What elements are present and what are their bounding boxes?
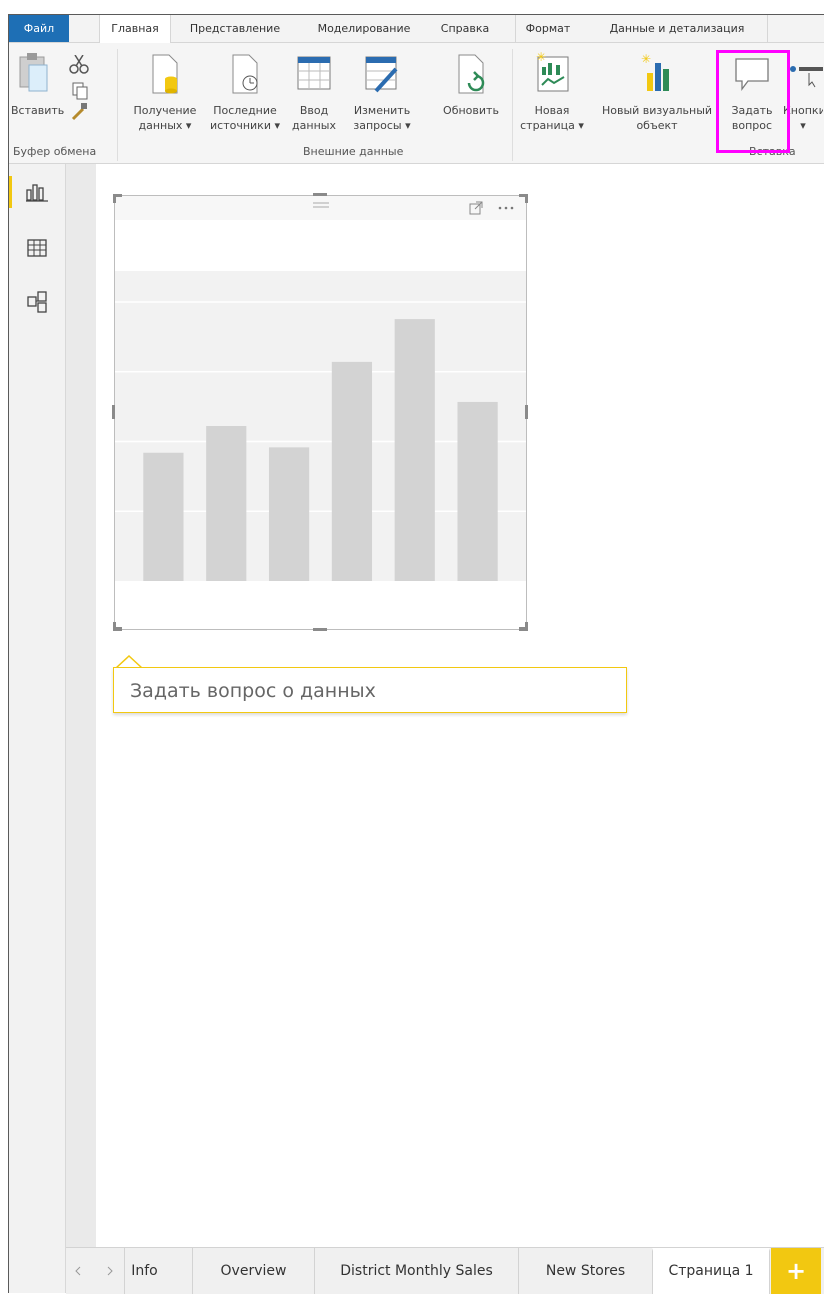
tab-modeling[interactable]: Моделирование [301, 15, 427, 42]
refresh-icon [458, 54, 485, 94]
new-page-button[interactable]: ✳ Новая страница ▾ [517, 50, 587, 133]
refresh-label: Обновить [443, 104, 499, 117]
chart-bar [394, 319, 435, 581]
recent-sources-label-2: источники ▾ [210, 119, 280, 132]
report-view-icon [26, 184, 48, 202]
page-tab-page-1[interactable]: Страница 1 [652, 1248, 770, 1294]
cut-icon[interactable] [69, 55, 89, 74]
edit-queries-label-1: Изменить [353, 104, 411, 117]
get-data-button[interactable]: Получение данных ▾ [127, 53, 203, 133]
tab-data-drill[interactable]: Данные и детализация [587, 15, 768, 42]
paste-label: Вставить [11, 104, 65, 117]
enter-data-label-1: Ввод [299, 104, 329, 117]
resize-handle-top[interactable] [313, 193, 327, 196]
get-data-label-1: Получение [133, 104, 197, 117]
clipboard-small-tools [69, 55, 89, 121]
resize-handle-bottom[interactable] [313, 628, 327, 631]
tab-file[interactable]: Файл [9, 15, 69, 42]
new-visual-icon: ✳ [641, 52, 669, 91]
resize-handle-right[interactable] [525, 405, 528, 419]
data-view-button[interactable] [9, 228, 65, 268]
ribbon-home: Вставить Буфер обмена Получение данных ▾ [9, 43, 824, 164]
new-visual-button[interactable]: ✳ Новый визуальный объект [595, 51, 719, 133]
new-page-label-1: Новая [534, 104, 570, 117]
model-view-icon [27, 291, 47, 313]
resize-handle-tl-v[interactable] [113, 194, 116, 203]
data-view-icon [27, 239, 47, 257]
page-tab-info[interactable]: Info [124, 1248, 164, 1294]
get-data-icon [152, 54, 178, 94]
new-page-label-2: страница ▾ [520, 119, 584, 132]
enter-data-button[interactable]: Ввод данных [291, 53, 337, 133]
clipboard-group-label: Буфер обмена [13, 145, 97, 158]
tab-home[interactable]: Главная [99, 15, 171, 43]
tab-help[interactable]: Справка [431, 15, 499, 42]
ask-question-highlight [716, 50, 790, 153]
edit-queries-label-2: запросы ▾ [353, 119, 411, 132]
paste-icon [19, 53, 48, 92]
recent-sources-label-1: Последние [213, 104, 277, 117]
add-page-button[interactable]: + [771, 1248, 821, 1294]
chart-bar [143, 452, 184, 581]
report-view-button[interactable] [9, 172, 65, 212]
edit-queries-icon [365, 56, 398, 93]
new-visual-label-1: Новый визуальный [601, 104, 713, 117]
chart-bar [457, 401, 498, 581]
format-painter-icon[interactable] [71, 103, 87, 121]
qa-visual[interactable] [114, 195, 527, 630]
view-switcher-pane [9, 164, 66, 1293]
new-page-icon: ✳ [536, 50, 569, 92]
tab-view[interactable]: Представление [177, 15, 293, 42]
resize-handle-tr-v[interactable] [525, 194, 528, 203]
page-tab-overview[interactable]: Overview [192, 1248, 314, 1294]
chart-bar [268, 447, 310, 581]
recent-sources-button[interactable]: Последние источники ▾ [203, 53, 287, 133]
chart-bar [206, 426, 247, 581]
qa-question-input[interactable]: Задать вопрос о данных [113, 667, 627, 713]
chart-bar [331, 361, 373, 581]
focus-mode-icon[interactable] [469, 201, 483, 215]
paste-button[interactable]: Вставить [11, 51, 65, 118]
bar-chart [115, 271, 526, 581]
svg-text:✳: ✳ [641, 52, 651, 66]
page-tab-new-stores[interactable]: New Stores [518, 1248, 652, 1294]
external-data-group-label: Внешние данные [303, 145, 404, 158]
group-separator [512, 49, 513, 161]
enter-data-label-2: данных [292, 119, 336, 132]
group-separator [117, 49, 118, 161]
canvas-gutter [66, 164, 96, 1247]
new-visual-label-2: объект [636, 119, 678, 132]
more-options-icon[interactable] [497, 205, 515, 211]
resize-handle-bl-v[interactable] [113, 622, 116, 631]
page-nav-arrows[interactable] [74, 1266, 118, 1276]
get-data-label-2: данных ▾ [138, 119, 192, 132]
model-view-button[interactable] [9, 282, 65, 322]
enter-data-icon [297, 56, 331, 90]
page-tab-district-monthly-sales[interactable]: District Monthly Sales [314, 1248, 518, 1294]
page-tab-bar: Info Overview District Monthly Sales New… [66, 1247, 824, 1294]
ribbon-tab-bar: Файл Главная Представление Моделирование… [9, 15, 824, 43]
recent-sources-icon [232, 54, 258, 94]
copy-icon[interactable] [72, 82, 88, 100]
refresh-button[interactable]: Обновить [437, 53, 505, 118]
resize-handle-br-v[interactable] [525, 622, 528, 631]
tab-format[interactable]: Формат [515, 15, 580, 42]
svg-text:✳: ✳ [536, 51, 546, 64]
edit-queries-button[interactable]: Изменить запросы ▾ [343, 53, 421, 133]
resize-handle-left[interactable] [112, 405, 115, 419]
drag-grip-icon[interactable] [313, 201, 329, 209]
